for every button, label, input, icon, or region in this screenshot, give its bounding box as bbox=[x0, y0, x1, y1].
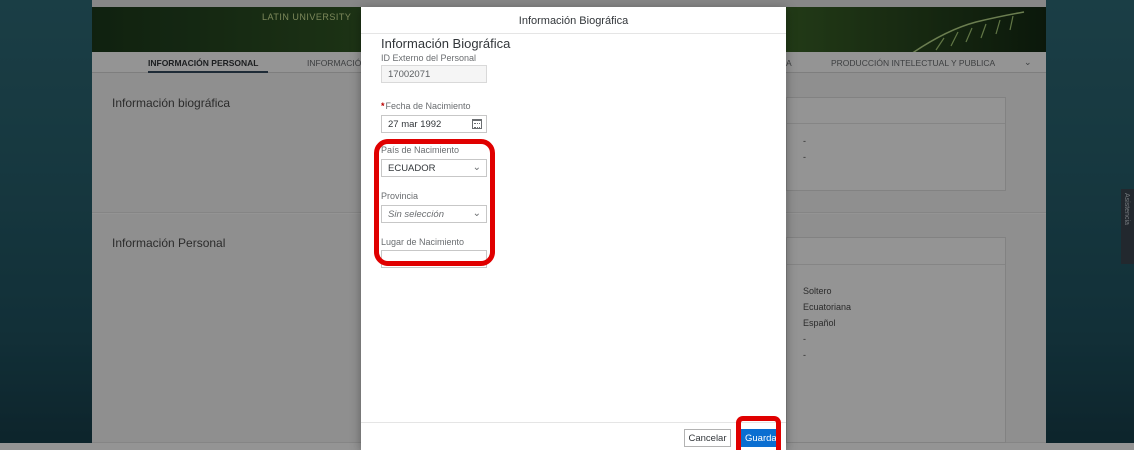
dialog-footer: Cancelar Guardar bbox=[361, 422, 786, 450]
external-id-label: ID Externo del Personal bbox=[381, 53, 477, 63]
birth-date-field[interactable]: 27 mar 1992 bbox=[381, 115, 487, 133]
calendar-icon[interactable] bbox=[472, 119, 482, 129]
external-id-value: 17002071 bbox=[388, 69, 431, 80]
external-id-field: 17002071 bbox=[381, 65, 487, 83]
birth-date-value: 27 mar 1992 bbox=[388, 119, 442, 130]
highlight-location-fields bbox=[374, 139, 495, 266]
dialog-title: Información Biográfica bbox=[518, 15, 629, 27]
birth-date-label: *Fecha de Nacimiento bbox=[381, 101, 471, 111]
dialog-header: Información Biográfica bbox=[361, 7, 786, 34]
cancel-button[interactable]: Cancelar bbox=[684, 429, 731, 447]
form-title: Información Biográfica bbox=[381, 36, 511, 51]
required-marker: * bbox=[381, 101, 385, 111]
highlight-save-button bbox=[736, 416, 781, 450]
birth-date-label-text: Fecha de Nacimiento bbox=[385, 101, 471, 111]
